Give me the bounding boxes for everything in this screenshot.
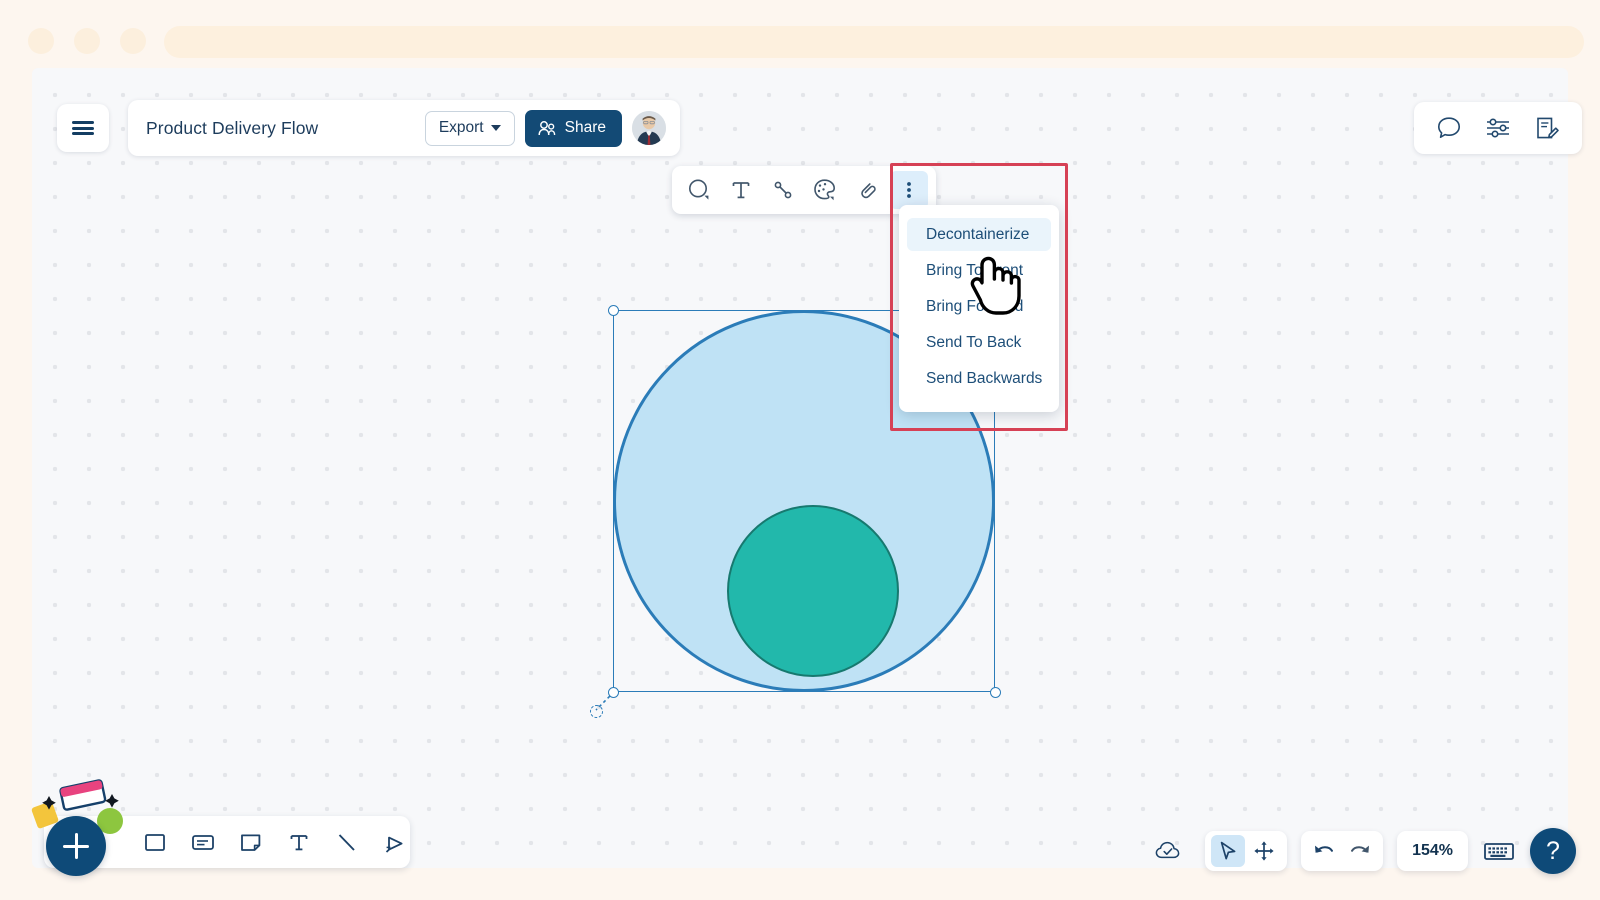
connector-icon[interactable] [764,171,802,209]
minimize-window-button[interactable] [74,28,100,54]
palette-icon[interactable] [806,171,844,209]
comment-icon[interactable] [1436,115,1462,141]
export-label: Export [438,119,484,136]
share-label: Share [564,119,606,136]
menu-item-send-to-back[interactable]: Send To Back [907,326,1051,359]
maximize-window-button[interactable] [120,28,146,54]
keyboard-icon[interactable] [1482,838,1516,864]
notes-edit-icon[interactable] [1534,115,1560,141]
resize-handle-top-left[interactable] [607,304,619,316]
menu-item-decontainerize[interactable]: Decontainerize [907,218,1051,251]
text-icon[interactable] [284,826,314,858]
text-icon[interactable] [722,171,760,209]
canvas-controls: 154% ? [1145,828,1576,874]
more-options-icon[interactable] [890,171,928,209]
menu-item-bring-forward[interactable]: Bring Forward [907,290,1051,323]
save-status [1145,831,1191,871]
document-header: Product Delivery Flow Export Share [128,100,680,156]
resize-handle-bottom-right[interactable] [989,686,1001,698]
people-icon [538,120,555,135]
user-avatar-image [632,111,666,145]
redo-icon[interactable] [1343,835,1377,867]
pen-icon[interactable] [380,826,410,858]
chevron-down-icon [490,125,501,131]
undo-icon[interactable] [1307,835,1341,867]
cloud-check-icon[interactable] [1151,835,1185,867]
sticky-note-icon[interactable] [236,826,266,858]
line-icon[interactable] [332,826,362,858]
address-bar[interactable] [164,26,1584,58]
export-button[interactable]: Export [424,110,515,146]
utility-bar [1414,102,1582,154]
shape-icon[interactable] [680,171,718,209]
browser-chrome [0,0,1600,74]
tool-mode-group [1205,831,1288,871]
main-menu-button[interactable] [57,104,109,152]
close-window-button[interactable] [28,28,54,54]
help-button[interactable]: ? [1530,828,1576,874]
menu-item-bring-to-front[interactable]: Bring To Front [907,254,1051,287]
settings-sliders-icon[interactable] [1484,115,1512,141]
rectangle-icon[interactable] [140,826,170,858]
traffic-lights [28,28,146,54]
resize-handle-bottom-left[interactable] [607,686,619,698]
share-button[interactable]: Share [524,109,622,147]
move-icon[interactable] [1247,835,1281,867]
zoom-level[interactable]: 154% [1397,831,1468,871]
rotation-handle[interactable] [590,705,603,718]
layer-context-menu: Decontainerize Bring To Front Bring Forw… [899,205,1059,412]
hamburger-icon [72,121,94,125]
page-title[interactable]: Product Delivery Flow [146,118,415,139]
menu-item-send-backwards[interactable]: Send Backwards [907,362,1051,395]
cursor-icon[interactable] [1211,835,1246,867]
shape-context-toolbar [672,166,936,214]
history-group [1301,831,1384,871]
card-icon[interactable] [188,826,218,858]
link-icon[interactable] [848,171,886,209]
avatar[interactable] [632,111,666,145]
add-button[interactable] [46,816,106,876]
